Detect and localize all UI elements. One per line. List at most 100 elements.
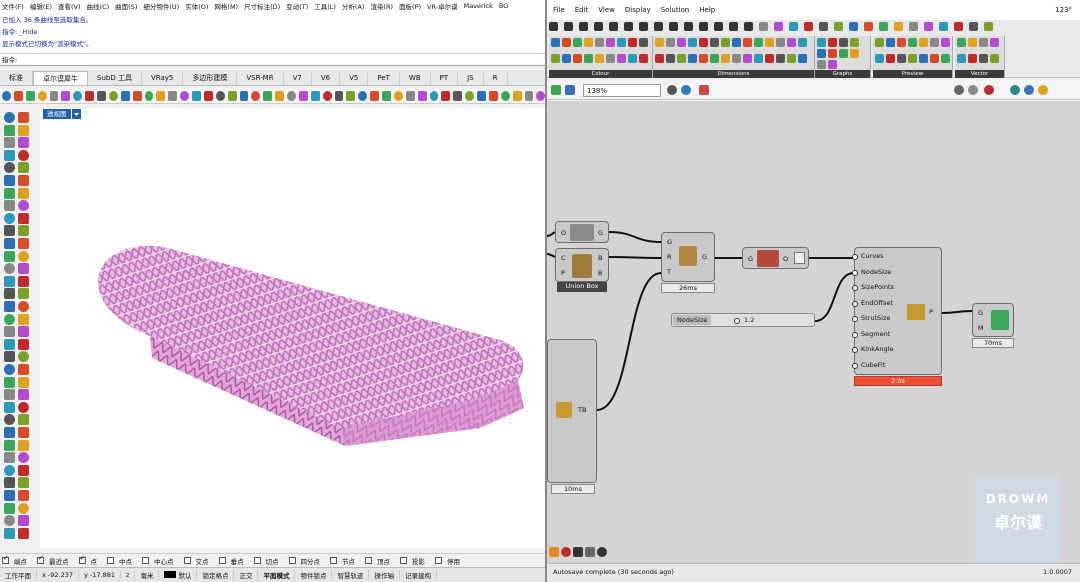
menu-item[interactable]: 网格(M) <box>214 1 238 11</box>
osnap-option[interactable]: 切点 <box>253 556 284 566</box>
component-icon[interactable] <box>617 54 626 63</box>
toolbar-icon[interactable] <box>25 90 35 101</box>
input-port[interactable] <box>852 254 858 260</box>
toolbar-icon[interactable] <box>417 90 427 101</box>
ribbon-group-label[interactable]: Graphs <box>815 70 870 78</box>
tool-icon[interactable] <box>4 401 15 413</box>
component-icon[interactable] <box>886 54 895 63</box>
gh-canvas[interactable]: O G C P B B Union Box G R T G 26ms G O C… <box>547 101 1080 563</box>
component-icon[interactable] <box>776 38 785 47</box>
component-icon[interactable] <box>919 38 928 47</box>
input-nodesize[interactable]: NodeSize <box>861 268 891 276</box>
output-p[interactable]: P <box>929 308 933 316</box>
toolbar-icon[interactable] <box>500 90 510 101</box>
input-curves[interactable]: Curves <box>861 252 884 260</box>
osnap-checkbox[interactable] <box>37 554 44 564</box>
component-c1[interactable]: O G <box>555 221 609 243</box>
status-toggle[interactable]: 操作轴 <box>369 570 400 580</box>
component-icon[interactable] <box>743 38 752 47</box>
ribbon-tab-icon[interactable] <box>684 22 693 31</box>
widget-icon[interactable] <box>573 547 583 557</box>
tool-icon[interactable] <box>18 250 29 262</box>
ribbon-tab-icon[interactable] <box>654 22 663 31</box>
input-g[interactable]: G <box>978 309 983 317</box>
tool-icon[interactable] <box>18 452 29 464</box>
toolbar-icon[interactable] <box>370 90 379 101</box>
sphere-icon[interactable] <box>1010 85 1020 95</box>
toolbar-tab[interactable]: PeT <box>368 71 400 85</box>
ribbon-tab-icon[interactable] <box>564 22 573 31</box>
osnap-option[interactable]: 顶点 <box>365 556 395 566</box>
component-icon[interactable] <box>886 38 895 47</box>
ribbon-tab-icon[interactable] <box>909 22 918 31</box>
menu-item[interactable]: 尺寸标注(D) <box>244 1 280 11</box>
component-lattice[interactable]: Curves NodeSize SizePoints EndOffset StrutSi… <box>852 247 942 375</box>
tool-icon[interactable] <box>18 263 29 275</box>
preview-wire-icon[interactable] <box>954 85 964 95</box>
ribbon-tab-icon[interactable] <box>984 22 993 31</box>
toolbar-icon[interactable] <box>405 90 415 101</box>
menu-item[interactable]: 文件(F) <box>2 1 24 11</box>
widget-icon[interactable] <box>561 547 571 557</box>
globe-icon[interactable] <box>1024 85 1034 95</box>
component-icon[interactable] <box>908 54 917 63</box>
widget-icon[interactable] <box>597 547 607 557</box>
toolbar-tab[interactable]: WB <box>400 71 431 85</box>
input-strutsize[interactable]: StrutSize <box>861 314 890 322</box>
component-icon[interactable] <box>839 38 848 47</box>
toolbar-tab[interactable]: PT <box>431 71 459 85</box>
lattice-model[interactable] <box>40 108 545 548</box>
component-icon[interactable] <box>666 54 675 63</box>
component-icon[interactable] <box>957 54 966 63</box>
toolbar-icon[interactable] <box>120 90 130 101</box>
toolbar-icon[interactable] <box>239 90 249 101</box>
toolbar-tab[interactable]: V7 <box>284 71 312 85</box>
tool-icon[interactable] <box>18 401 29 413</box>
tool-icon[interactable] <box>18 527 29 539</box>
ribbon-tab-icon[interactable] <box>774 22 783 31</box>
tool-icon[interactable] <box>4 414 15 426</box>
component-icon[interactable] <box>850 49 859 58</box>
component-icon[interactable] <box>839 49 848 58</box>
toolbar-icon[interactable] <box>275 90 284 101</box>
tool-icon[interactable] <box>18 212 29 224</box>
tool-icon[interactable] <box>4 338 15 350</box>
toolbar-icon[interactable] <box>13 90 23 101</box>
menu-item[interactable]: 曲面(S) <box>115 1 137 11</box>
toolbar-icon[interactable] <box>73 90 83 101</box>
toolbar-icon[interactable] <box>215 90 225 101</box>
tool-icon[interactable] <box>18 301 29 312</box>
toolbar-tab[interactable]: 标准 <box>0 71 33 85</box>
toolbar-icon[interactable] <box>358 90 368 101</box>
ribbon-tab-icon[interactable] <box>864 22 873 31</box>
tool-icon[interactable] <box>4 250 15 262</box>
tool-icon[interactable] <box>4 313 15 325</box>
input-sizepoints[interactable]: SizePoints <box>861 283 894 291</box>
toolbar-icon[interactable] <box>263 90 273 101</box>
component-icon[interactable] <box>628 38 637 47</box>
component-icon[interactable] <box>979 38 988 47</box>
component-icon[interactable] <box>688 38 697 47</box>
ribbon-tab-icon[interactable] <box>924 22 933 31</box>
component-icon[interactable] <box>710 38 719 47</box>
tool-icon[interactable] <box>18 477 29 489</box>
toolbar-icon[interactable] <box>298 90 308 101</box>
component-icon[interactable] <box>828 38 837 47</box>
output-tb[interactable]: TB <box>578 406 586 414</box>
component-icon[interactable] <box>798 54 807 63</box>
component-icon[interactable] <box>957 38 966 47</box>
osnap-checkbox[interactable] <box>288 557 296 564</box>
component-icon[interactable] <box>828 60 837 69</box>
component-icon[interactable] <box>562 54 571 63</box>
toolbar-icon[interactable] <box>203 90 213 101</box>
status-toggle[interactable]: 锁定格点 <box>197 570 235 580</box>
component-icon[interactable] <box>584 38 593 47</box>
component-icon[interactable] <box>639 54 648 63</box>
ribbon-tab-icon[interactable] <box>549 22 558 31</box>
ribbon-tab-icon[interactable] <box>954 22 963 31</box>
component-icon[interactable] <box>787 54 796 63</box>
component-icon[interactable] <box>919 54 928 63</box>
tool-icon[interactable] <box>18 490 29 501</box>
component-icon[interactable] <box>606 38 615 47</box>
tool-icon[interactable] <box>18 187 29 199</box>
